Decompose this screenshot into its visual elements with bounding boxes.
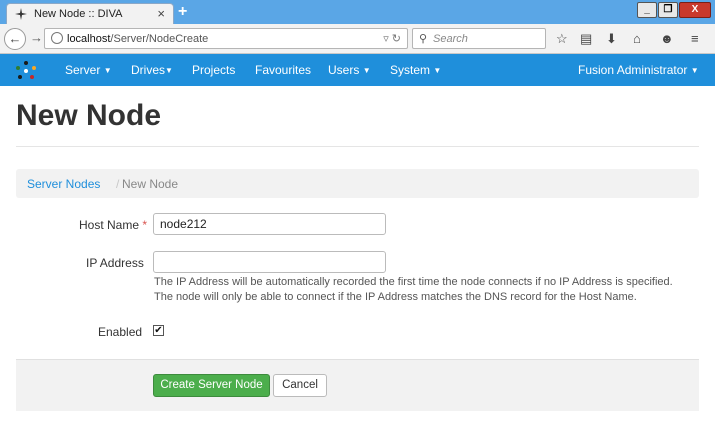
form-actions: Create Server Node Cancel <box>16 359 699 411</box>
nav-users[interactable]: Users ▼ <box>328 63 371 77</box>
diva-favicon-icon <box>15 8 27 20</box>
ip-address-help-line2: The node will only be able to connect if… <box>154 291 637 303</box>
app-navbar: Server ▼ Drives▼ Projects Favourites Use… <box>0 54 715 86</box>
search-icon: ⚲ <box>419 33 428 45</box>
bookmark-star-icon[interactable]: ☆ <box>556 31 568 47</box>
forward-arrow-icon[interactable]: → <box>30 30 43 45</box>
reload-icon[interactable]: ▿ ↻ <box>383 32 401 45</box>
nav-favourites[interactable]: Favourites <box>255 63 311 77</box>
breadcrumb-server-nodes-link[interactable]: Server Nodes <box>27 177 100 191</box>
address-url: localhost/Server/NodeCreate <box>67 33 209 45</box>
tab-title: New Node :: DIVA <box>34 8 123 20</box>
cancel-button[interactable]: Cancel <box>273 374 327 397</box>
home-icon[interactable]: ⌂ <box>633 31 641 46</box>
breadcrumb-separator: / <box>116 177 120 191</box>
browser-titlebar: New Node :: DIVA × + _ ❐ X <box>0 0 715 24</box>
enabled-checkbox[interactable]: ✔ <box>153 325 164 336</box>
address-bar[interactable]: localhost/Server/NodeCreate ▿ ↻ <box>44 28 408 49</box>
host-name-label: Host Name * <box>79 218 148 232</box>
browser-search-input[interactable]: ⚲ Search <box>412 28 546 49</box>
browser-tab[interactable]: New Node :: DIVA × <box>6 3 174 24</box>
nav-projects[interactable]: Projects <box>192 63 235 77</box>
nav-user-menu[interactable]: Fusion Administrator ▼ <box>578 63 699 77</box>
ip-address-help-line1: The IP Address will be automatically rec… <box>154 276 673 288</box>
breadcrumb: Server Nodes / New Node <box>16 169 699 198</box>
new-tab-button[interactable]: + <box>178 3 187 21</box>
ip-address-input[interactable] <box>153 251 386 273</box>
nav-system[interactable]: System ▼ <box>390 63 441 77</box>
page-title: New Node <box>16 99 162 132</box>
tab-close-icon[interactable]: × <box>157 6 165 21</box>
search-placeholder: Search <box>433 33 468 45</box>
enabled-label: Enabled <box>98 325 143 339</box>
diva-logo-icon[interactable] <box>14 60 38 82</box>
download-icon[interactable]: ⬇ <box>606 31 617 47</box>
host-name-input[interactable] <box>153 213 386 235</box>
nav-server[interactable]: Server ▼ <box>65 63 112 77</box>
window-minimize-button[interactable]: _ <box>637 2 657 18</box>
menu-icon[interactable]: ≡ <box>691 31 699 46</box>
window-close-button[interactable]: X <box>679 2 711 18</box>
back-arrow-icon[interactable]: ← <box>4 28 26 50</box>
globe-icon <box>51 32 63 44</box>
reading-list-icon[interactable]: ▤ <box>580 31 592 47</box>
breadcrumb-current: New Node <box>122 177 179 191</box>
browser-toolbar: ← → localhost/Server/NodeCreate ▿ ↻ ⚲ Se… <box>0 24 715 54</box>
nav-drives[interactable]: Drives▼ <box>131 63 173 77</box>
window-maximize-button[interactable]: ❐ <box>658 2 678 18</box>
create-server-node-button[interactable]: Create Server Node <box>153 374 270 397</box>
divider <box>16 146 699 147</box>
chat-icon[interactable]: ☻ <box>660 31 674 46</box>
ip-address-label: IP Address <box>86 256 144 270</box>
